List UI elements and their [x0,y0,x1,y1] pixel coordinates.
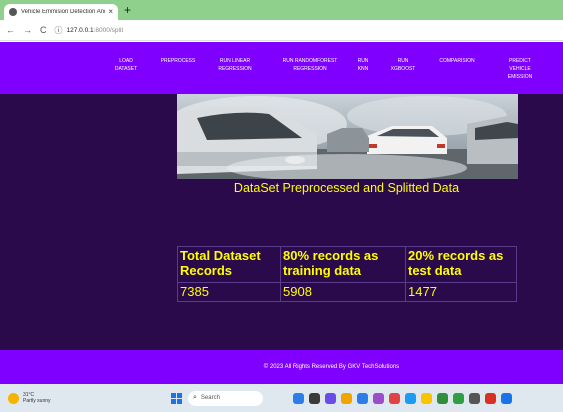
training-records-value: 5908 [280,282,406,302]
weather-desc: Partly sunny [23,398,51,404]
app-icon[interactable] [485,392,496,404]
header-training-records: 80% records as training data [280,246,406,283]
main-content: DataSet Preprocessed and Splitted Data T… [0,94,563,350]
total-records-value: 7385 [177,282,281,302]
app-icon[interactable] [437,392,448,404]
dataset-split-table: Total Dataset Records 80% records as tra… [177,246,517,302]
nav-run-knn[interactable]: RUN KNN [356,57,370,73]
browser-tab-bar: Vehicle Emmision Detection And × + [0,0,563,20]
nav-load-dataset[interactable]: LOAD DATASET [114,57,138,73]
taskbar-pinned-apps [293,392,517,404]
chat-app-icon[interactable] [325,392,336,404]
new-tab-button[interactable]: + [124,4,131,16]
weather-widget[interactable]: 31°C Partly sunny [8,392,128,404]
page-headline: DataSet Preprocessed and Splitted Data [233,181,460,195]
file-explorer-icon[interactable] [341,392,352,404]
search-icon: ⌕ [193,394,197,401]
forward-arrow-icon[interactable]: → [23,25,32,35]
taskbar-search-box[interactable]: ⌕ Search [188,390,263,406]
hero-traffic-image [177,94,518,179]
site-nav-bar: LOAD DATASET PREPROCESS RUN LINEAR REGRE… [0,42,563,94]
table-row: 7385 5908 1477 [177,282,517,302]
partly-sunny-icon [8,392,19,404]
nav-preprocess[interactable]: PREPROCESS [160,57,196,65]
header-total-records: Total Dataset Records [177,246,281,283]
tab-title: Vehicle Emmision Detection And [21,9,106,15]
search-placeholder: Search [200,395,220,401]
close-tab-icon[interactable]: × [108,8,113,16]
store-app-icon[interactable] [357,392,368,404]
folder-icon[interactable] [421,392,432,404]
chrome-icon[interactable] [453,392,464,404]
nav-comparision[interactable]: COMPARISION [438,57,476,65]
back-arrow-icon[interactable]: ← [6,25,15,35]
app-icon[interactable] [373,392,384,404]
nav-run-randomforest-regression[interactable]: RUN RANDOMFOREST REGRESSION [280,57,340,73]
nav-run-linear-regression[interactable]: RUN LINEAR REGRESSION [218,57,252,73]
os-taskbar: 31°C Partly sunny ⌕ Search [0,384,563,412]
reload-icon[interactable]: C [40,25,47,35]
photos-icon[interactable] [469,392,480,404]
test-records-value: 1477 [405,282,517,302]
browser-app-icon[interactable] [389,392,400,404]
task-view-icon[interactable] [309,392,320,404]
app-icon[interactable] [501,392,512,404]
header-test-records: 20% records as test data [405,246,517,283]
footer-copyright: © 2023 All Rights Reserved By GKV TechSo… [263,364,400,370]
table-header-row: Total Dataset Records 80% records as tra… [177,246,517,283]
taskbar-app-icon[interactable] [293,392,304,404]
nav-predict-vehicle-emission[interactable]: PREDICT VEHICLE EMISSION [506,57,534,81]
browser-tab[interactable]: Vehicle Emmision Detection And × [4,4,118,20]
nav-run-xgboost[interactable]: RUN XGBOOST [390,57,416,73]
edge-browser-icon[interactable] [405,392,416,404]
windows-start-icon[interactable] [171,392,182,404]
traffic-cars-illustration [177,94,518,179]
url-path: :8000/split [93,26,124,34]
site-footer: © 2023 All Rights Reserved By GKV TechSo… [0,350,563,384]
url-host: 127.0.0.1 [66,26,94,34]
browser-toolbar: ← → C ⓘ 127.0.0.1:8000/split [0,20,563,41]
site-info-icon[interactable]: ⓘ [55,25,63,36]
address-bar[interactable]: ⓘ 127.0.0.1:8000/split [55,25,124,36]
site-favicon-icon [9,8,17,16]
